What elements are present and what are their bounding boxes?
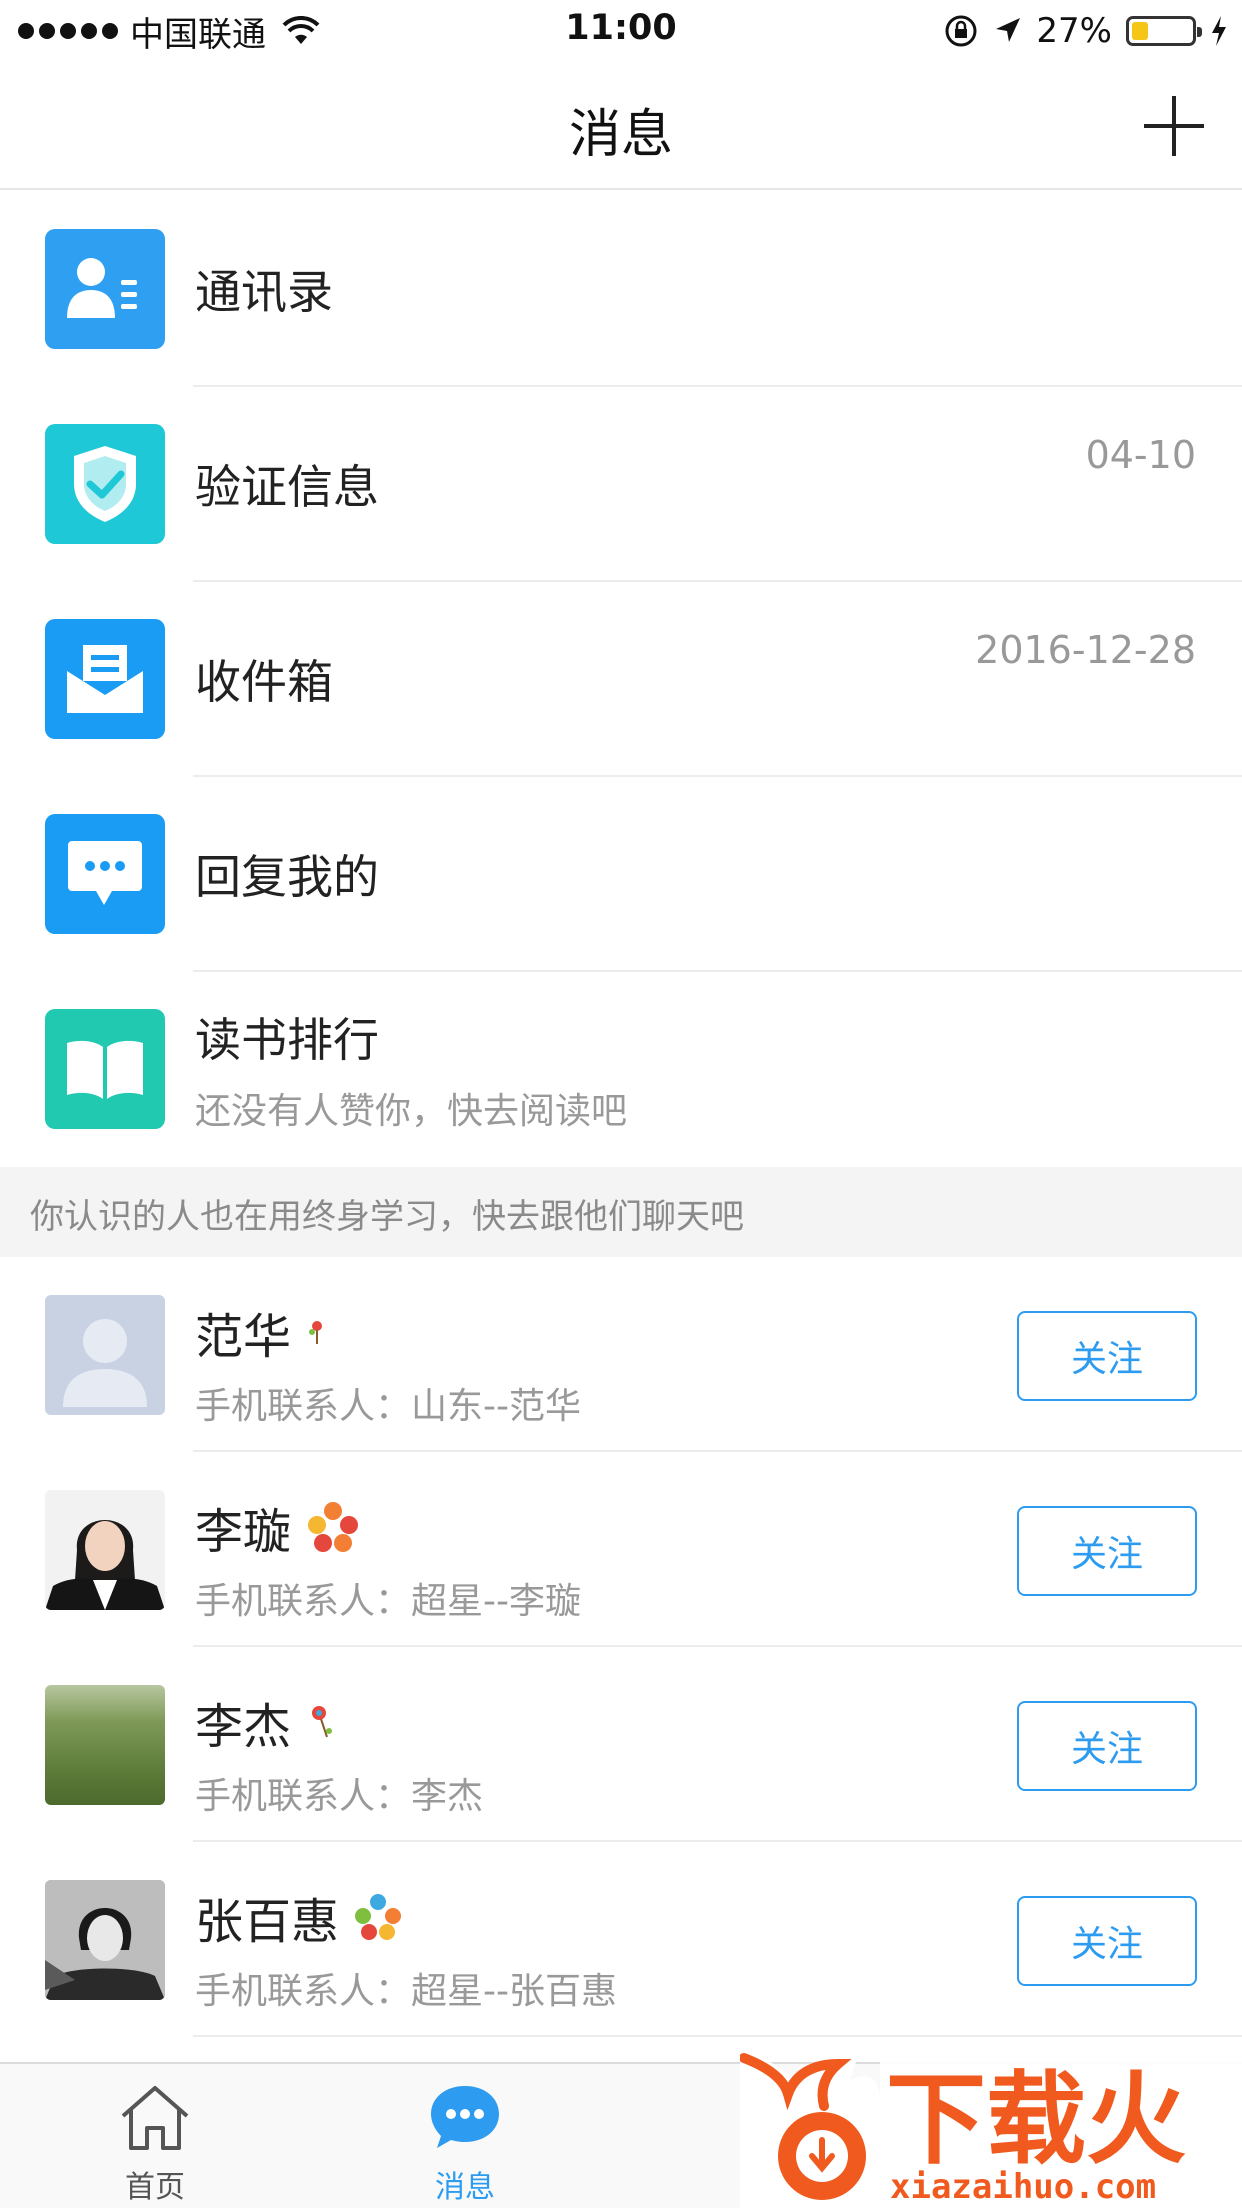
- status-bar: 中国联通 11:00 27%: [0, 0, 1242, 62]
- flower-badge-icon: [308, 1502, 359, 1552]
- contact-name-row: 范华: [195, 1297, 329, 1367]
- list-item[interactable]: 张百惠 手机联系人：超星--张百惠 关注: [0, 1842, 1242, 2037]
- contact-name: 张百惠: [195, 1894, 340, 1950]
- follow-button[interactable]: 关注: [1017, 1896, 1197, 1986]
- contact-name-row: 李杰: [195, 1687, 335, 1757]
- menu-item-replies[interactable]: 回复我的: [0, 777, 1242, 972]
- menu-sublabel: 还没有人赞你，快去阅读吧: [195, 1091, 628, 1132]
- default-avatar: [45, 1295, 165, 1415]
- contact-source: 手机联系人：山东--范华: [195, 1386, 581, 1427]
- level-badge-icon: [309, 1321, 323, 1344]
- menu-item-reading-rank[interactable]: 读书排行 还没有人赞你，快去阅读吧: [0, 972, 1242, 1167]
- menu-list: 通讯录 验证信息 04-10 收件箱 2016-12-28 回复我的 读书排行 …: [0, 192, 1242, 1167]
- shield-check-icon: [45, 424, 165, 544]
- contact-name: 范华: [195, 1309, 292, 1365]
- watermark-url: xiazaihuo.com: [890, 2167, 1156, 2207]
- contact-list: 范华 手机联系人：山东--范华 关注 李璇 手机联系人：超星--李璇 关注 李杰…: [0, 1257, 1242, 2037]
- battery-percent: 27%: [1036, 11, 1112, 51]
- portrait-avatar: [45, 1880, 165, 2000]
- contacts-icon: [45, 229, 165, 349]
- list-item[interactable]: 范华 手机联系人：山东--范华 关注: [0, 1257, 1242, 1452]
- tab-label: 首页: [125, 2170, 185, 2205]
- menu-item-contacts[interactable]: 通讯录: [0, 192, 1242, 387]
- battery-icon: [1126, 16, 1202, 46]
- contact-name-row: 张百惠: [195, 1882, 403, 1952]
- contact-name: 李璇: [195, 1504, 292, 1560]
- follow-button[interactable]: 关注: [1017, 1701, 1197, 1791]
- nav-bar: 消息: [0, 62, 1242, 190]
- battery-fill: [1132, 22, 1148, 40]
- grass-avatar: [45, 1685, 165, 1805]
- follow-button[interactable]: 关注: [1017, 1506, 1197, 1596]
- divider: [193, 2035, 1242, 2037]
- contact-source: 手机联系人：超星--张百惠: [195, 1971, 617, 2012]
- rotation-lock-icon: [945, 15, 977, 47]
- section-header: 你认识的人也在用终身学习，快去跟他们聊天吧: [0, 1167, 1242, 1257]
- menu-item-inbox[interactable]: 收件箱 2016-12-28: [0, 582, 1242, 777]
- contact-source: 手机联系人：超星--李璇: [195, 1581, 581, 1622]
- contact-source: 手机联系人：李杰: [195, 1776, 484, 1817]
- menu-label: 验证信息: [195, 460, 379, 514]
- chat-bubble-icon: [45, 814, 165, 934]
- follow-button[interactable]: 关注: [1017, 1311, 1197, 1401]
- list-item[interactable]: 李璇 手机联系人：超星--李璇 关注: [0, 1452, 1242, 1647]
- plus-icon[interactable]: [1142, 94, 1206, 158]
- tab-messages[interactable]: 消息: [385, 2082, 545, 2206]
- charging-icon: [1212, 16, 1226, 46]
- location-icon: [996, 18, 1021, 42]
- menu-label: 读书排行: [195, 1013, 379, 1067]
- level-badge-icon: [312, 1706, 333, 1738]
- flower-badge-icon: [355, 1894, 402, 1940]
- contact-name: 李杰: [195, 1699, 292, 1755]
- status-right: 27%: [944, 8, 1228, 54]
- tab-label: 消息: [435, 2170, 495, 2205]
- page-title: 消息: [568, 105, 673, 165]
- book-icon: [45, 1009, 165, 1129]
- inbox-icon: [45, 619, 165, 739]
- tab-home[interactable]: 首页: [75, 2082, 235, 2206]
- date-label: 04-10: [1085, 433, 1196, 477]
- menu-label: 收件箱: [195, 655, 333, 709]
- menu-item-verification[interactable]: 验证信息 04-10: [0, 387, 1242, 582]
- watermark-title: 下载火: [886, 2061, 1186, 2178]
- date-label: 2016-12-28: [975, 628, 1196, 672]
- contact-name-row: 李璇: [195, 1492, 361, 1562]
- home-icon: [121, 2086, 189, 2150]
- photo-avatar: [45, 1490, 165, 1610]
- section-header-text: 你认识的人也在用终身学习，快去跟他们聊天吧: [30, 1197, 744, 1237]
- message-icon: [431, 2086, 499, 2148]
- menu-label: 通讯录: [195, 265, 333, 319]
- watermark-logo: 下载火 xiazaihuo.com: [740, 2050, 1242, 2208]
- list-item[interactable]: 李杰 手机联系人：李杰 关注: [0, 1647, 1242, 1842]
- menu-label: 回复我的: [195, 850, 379, 904]
